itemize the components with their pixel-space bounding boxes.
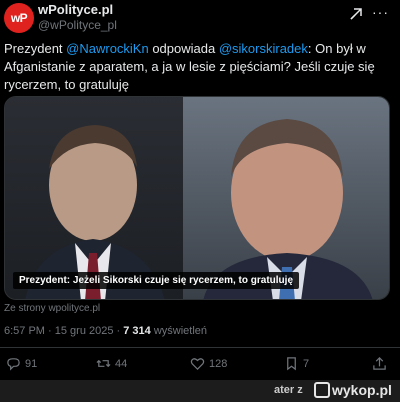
views-count: 7 314 bbox=[123, 325, 151, 337]
bookmark-count: 7 bbox=[303, 357, 310, 370]
reply-button[interactable]: 91 bbox=[6, 356, 37, 371]
like-button[interactable]: 128 bbox=[190, 356, 227, 371]
portrait-right bbox=[203, 119, 373, 299]
mention-link[interactable]: @NawrockiKn bbox=[66, 41, 149, 56]
media-caption: Prezydent: Jeżeli Sikorski czuje się ryc… bbox=[13, 272, 299, 289]
bookmark-button[interactable]: 7 bbox=[284, 356, 309, 371]
portrait-left bbox=[25, 125, 165, 299]
wykop-logo-icon bbox=[314, 382, 330, 398]
author-block[interactable]: wPolityce.pl @wPolityce_pl bbox=[38, 2, 117, 33]
retweet-icon bbox=[96, 359, 111, 368]
tweet-header: wP wPolityce.pl @wPolityce_pl ··· bbox=[0, 0, 400, 36]
tweet-meta: 6:57 PM · 15 gru 2025 · 7 314 wyświetleń bbox=[4, 325, 207, 337]
source-link[interactable]: Ze strony wpolityce.pl bbox=[4, 303, 100, 314]
reply-count: 91 bbox=[25, 357, 38, 370]
avatar[interactable]: wP bbox=[4, 3, 34, 33]
heart-icon bbox=[190, 358, 205, 370]
footer-user: ater z bbox=[274, 384, 303, 396]
wykop-logo-text: wykop.pl bbox=[332, 382, 392, 398]
retweet-button[interactable]: 44 bbox=[96, 356, 127, 371]
bookmark-icon bbox=[287, 357, 296, 371]
action-bar: 91 44 128 7 bbox=[0, 352, 400, 378]
like-count: 128 bbox=[209, 357, 228, 370]
tweet-text: Prezydent @NawrockiKn odpowiada @sikorsk… bbox=[4, 40, 388, 94]
share-icon bbox=[373, 357, 386, 370]
retweet-count: 44 bbox=[115, 357, 128, 370]
mention-link[interactable]: @sikorskiradek bbox=[219, 41, 308, 56]
divider bbox=[0, 347, 400, 348]
photo-left bbox=[5, 97, 183, 299]
timestamp[interactable]: 6:57 PM · 15 gru 2025 · bbox=[4, 325, 123, 337]
more-options-icon[interactable]: ··· bbox=[372, 4, 389, 20]
wykop-logo: wykop.pl bbox=[314, 382, 392, 398]
text-mid: odpowiada bbox=[148, 41, 219, 56]
photo-right bbox=[183, 97, 389, 299]
views-label: wyświetleń bbox=[150, 325, 208, 337]
text-prefix: Prezydent bbox=[4, 41, 67, 56]
grok-icon[interactable] bbox=[348, 6, 364, 22]
display-name[interactable]: wPolityce.pl bbox=[38, 2, 117, 18]
tweet-media[interactable]: Prezydent: Jeżeli Sikorski czuje się ryc… bbox=[4, 96, 390, 300]
watermark-footer: ater z wykop.pl bbox=[0, 380, 400, 402]
reply-icon bbox=[7, 358, 20, 371]
share-button[interactable] bbox=[372, 356, 387, 371]
handle[interactable]: @wPolityce_pl bbox=[38, 18, 117, 33]
